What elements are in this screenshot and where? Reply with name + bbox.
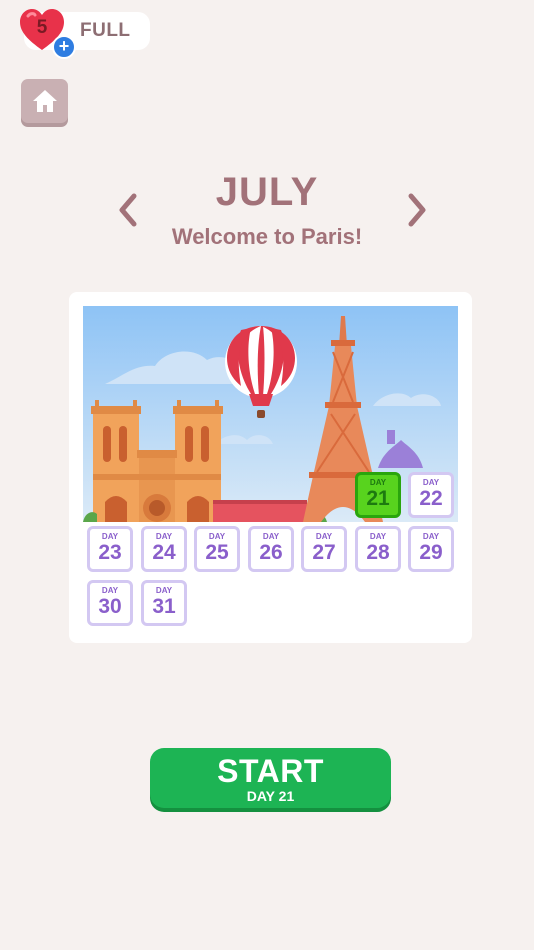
day-number: 21 <box>366 487 390 510</box>
day-label: DAY <box>101 532 119 541</box>
day-tile-23[interactable]: DAY 23 <box>87 526 133 572</box>
day-number: 28 <box>366 541 390 564</box>
day-tile-29[interactable]: DAY 29 <box>408 526 454 572</box>
day-label: DAY <box>422 532 440 541</box>
day-label: DAY <box>155 532 173 541</box>
day-label: DAY <box>208 532 226 541</box>
day-number: 23 <box>98 541 122 564</box>
home-button[interactable] <box>21 79 68 123</box>
day-number: 30 <box>98 595 122 618</box>
start-button[interactable]: START DAY 21 <box>150 748 391 808</box>
day-label: DAY <box>369 532 387 541</box>
day-tile-28[interactable]: DAY 28 <box>355 526 401 572</box>
day-number: 22 <box>419 487 443 510</box>
day-label: DAY <box>101 586 119 595</box>
day-number: 27 <box>312 541 336 564</box>
start-label: START <box>217 753 324 789</box>
day-number: 25 <box>205 541 229 564</box>
next-month-button[interactable] <box>405 192 429 228</box>
plus-icon[interactable]: + <box>52 35 76 59</box>
lives-status: FULL <box>80 20 131 41</box>
chevron-right-icon <box>408 193 426 227</box>
day-label: DAY <box>422 478 440 487</box>
day-tile-22[interactable]: DAY 22 <box>408 472 454 518</box>
day-tile-21[interactable]: DAY 21 <box>355 472 401 518</box>
day-label: DAY <box>315 532 333 541</box>
day-number: 31 <box>152 595 176 618</box>
day-label: DAY <box>155 586 173 595</box>
day-number: 26 <box>259 541 283 564</box>
day-tile-24[interactable]: DAY 24 <box>141 526 187 572</box>
home-icon <box>32 90 57 112</box>
day-number: 24 <box>152 541 176 564</box>
day-tile-27[interactable]: DAY 27 <box>301 526 347 572</box>
day-label: DAY <box>369 478 387 487</box>
month-subtitle: Welcome to Paris! <box>171 224 363 249</box>
day-tile-26[interactable]: DAY 26 <box>248 526 294 572</box>
month-title: JULY <box>215 170 319 214</box>
day-tile-30[interactable]: DAY 30 <box>87 580 133 626</box>
day-tile-25[interactable]: DAY 25 <box>194 526 240 572</box>
start-sublabel: DAY 21 <box>246 788 295 804</box>
day-tile-31[interactable]: DAY 31 <box>141 580 187 626</box>
day-number: 29 <box>419 541 443 564</box>
lives-heart[interactable]: 5 + <box>18 8 76 59</box>
paris-scene-illustration <box>83 306 458 522</box>
day-label: DAY <box>262 532 280 541</box>
